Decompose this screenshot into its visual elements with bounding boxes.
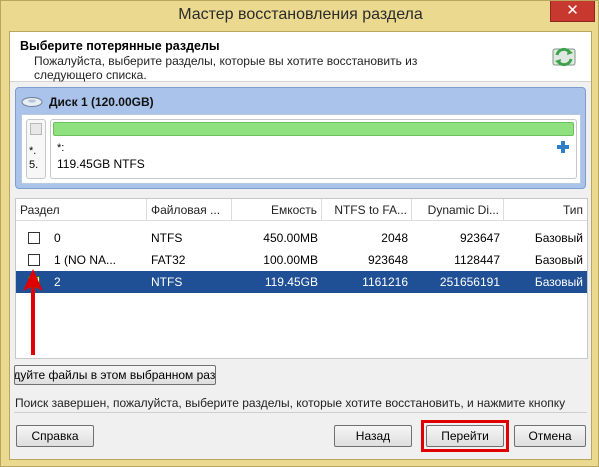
close-button[interactable]: ✕ [550, 1, 595, 22]
browse-files-label: едуйте файлы в этом выбранном разд [14, 368, 216, 382]
partition-size: 119.45GB NTFS [57, 157, 145, 171]
type-cell: Базовый [534, 231, 583, 245]
disk-icon [21, 97, 43, 107]
disk-label: Диск 1 (120.00GB) [49, 95, 154, 109]
ntfs-partition-block[interactable]: *: 119.45GB NTFS [50, 119, 577, 179]
table-row-selected[interactable]: ✔ 2 NTFS 119.45GB 1161216 251656191 Базо… [16, 271, 587, 293]
partition-cell: 1 (NO NA... [54, 253, 117, 267]
plus-icon[interactable] [556, 140, 570, 154]
disk-map-panel: Диск 1 (120.00GB) *. 5. *: 119.45GB NTFS [15, 87, 586, 189]
refresh-icon [552, 47, 576, 67]
dynamic-disk-cell: 251656191 [439, 275, 500, 289]
annotation-arrow-icon [23, 269, 43, 355]
filesystem-cell: FAT32 [151, 253, 186, 267]
unallocated-partition-block[interactable]: *. 5. [26, 119, 46, 179]
divider [14, 412, 587, 413]
column-header-filesystem[interactable]: Файловая ... [147, 199, 232, 221]
column-header-type[interactable]: Тип [504, 199, 587, 221]
partition-usage-bar [53, 122, 574, 136]
wizard-header: Выберите потерянные разделы Пожалуйста, … [10, 32, 591, 82]
capacity-cell: 100.00MB [263, 253, 318, 267]
partition-cell: 0 [54, 231, 61, 245]
disk-header: Диск 1 (120.00GB) [21, 93, 154, 111]
disk-partitions-area: *. 5. *: 119.45GB NTFS [21, 114, 581, 184]
type-cell: Базовый [534, 275, 583, 289]
row-checkbox[interactable] [28, 254, 40, 266]
dynamic-disk-cell: 923647 [459, 231, 500, 245]
partition-usage-bar [30, 123, 42, 135]
cancel-button[interactable]: Отмена [514, 425, 586, 447]
filesystem-cell: NTFS [151, 275, 183, 289]
column-header-capacity[interactable]: Емкость [232, 199, 322, 221]
page-description: Пожалуйста, выберите разделы, которые вы… [34, 54, 418, 82]
ntfs-to-fat-cell: 923648 [367, 253, 408, 267]
column-header-ntfs-to-fat[interactable]: NTFS to FA... [322, 199, 412, 221]
capacity-cell: 119.45GB [264, 275, 318, 289]
capacity-cell: 450.00MB [263, 231, 318, 245]
table-row[interactable]: 0 NTFS 450.00MB 2048 923647 Базовый [16, 227, 587, 249]
column-header-partition[interactable]: Раздел [16, 199, 147, 221]
status-text: Поиск завершен, пожалуйста, выберите раз… [15, 396, 566, 410]
page-title: Выберите потерянные разделы [20, 39, 220, 53]
partition-letter: *. [29, 145, 37, 157]
partition-cell: 2 [54, 275, 61, 289]
next-button[interactable]: Перейти [426, 425, 504, 447]
browse-files-button[interactable]: едуйте файлы в этом выбранном разд [14, 365, 216, 385]
help-button[interactable]: Справка [16, 425, 94, 447]
filesystem-cell: NTFS [151, 231, 183, 245]
column-header-dynamic-disk[interactable]: Dynamic Di... [412, 199, 504, 221]
ntfs-to-fat-cell: 1161216 [362, 275, 408, 289]
recovery-wizard-window: Мастер восстановления раздела ✕ Выберите… [0, 0, 599, 467]
row-checkbox[interactable] [28, 232, 40, 244]
dynamic-disk-cell: 1128447 [454, 253, 500, 267]
partition-table: Раздел Файловая ... Емкость NTFS to FA..… [15, 198, 588, 359]
partition-size: 5. [29, 159, 39, 171]
table-header: Раздел Файловая ... Емкость NTFS to FA..… [16, 199, 587, 221]
window-title: Мастер восстановления раздела [178, 6, 423, 23]
table-row[interactable]: 1 (NO NA... FAT32 100.00MB 923648 112844… [16, 249, 587, 271]
type-cell: Базовый [534, 253, 583, 267]
wizard-client-area: Выберите потерянные разделы Пожалуйста, … [9, 31, 592, 460]
partition-letter: *: [57, 142, 65, 154]
ntfs-to-fat-cell: 2048 [381, 231, 408, 245]
title-bar: Мастер восстановления раздела ✕ [1, 1, 599, 31]
back-button[interactable]: Назад [334, 425, 412, 447]
